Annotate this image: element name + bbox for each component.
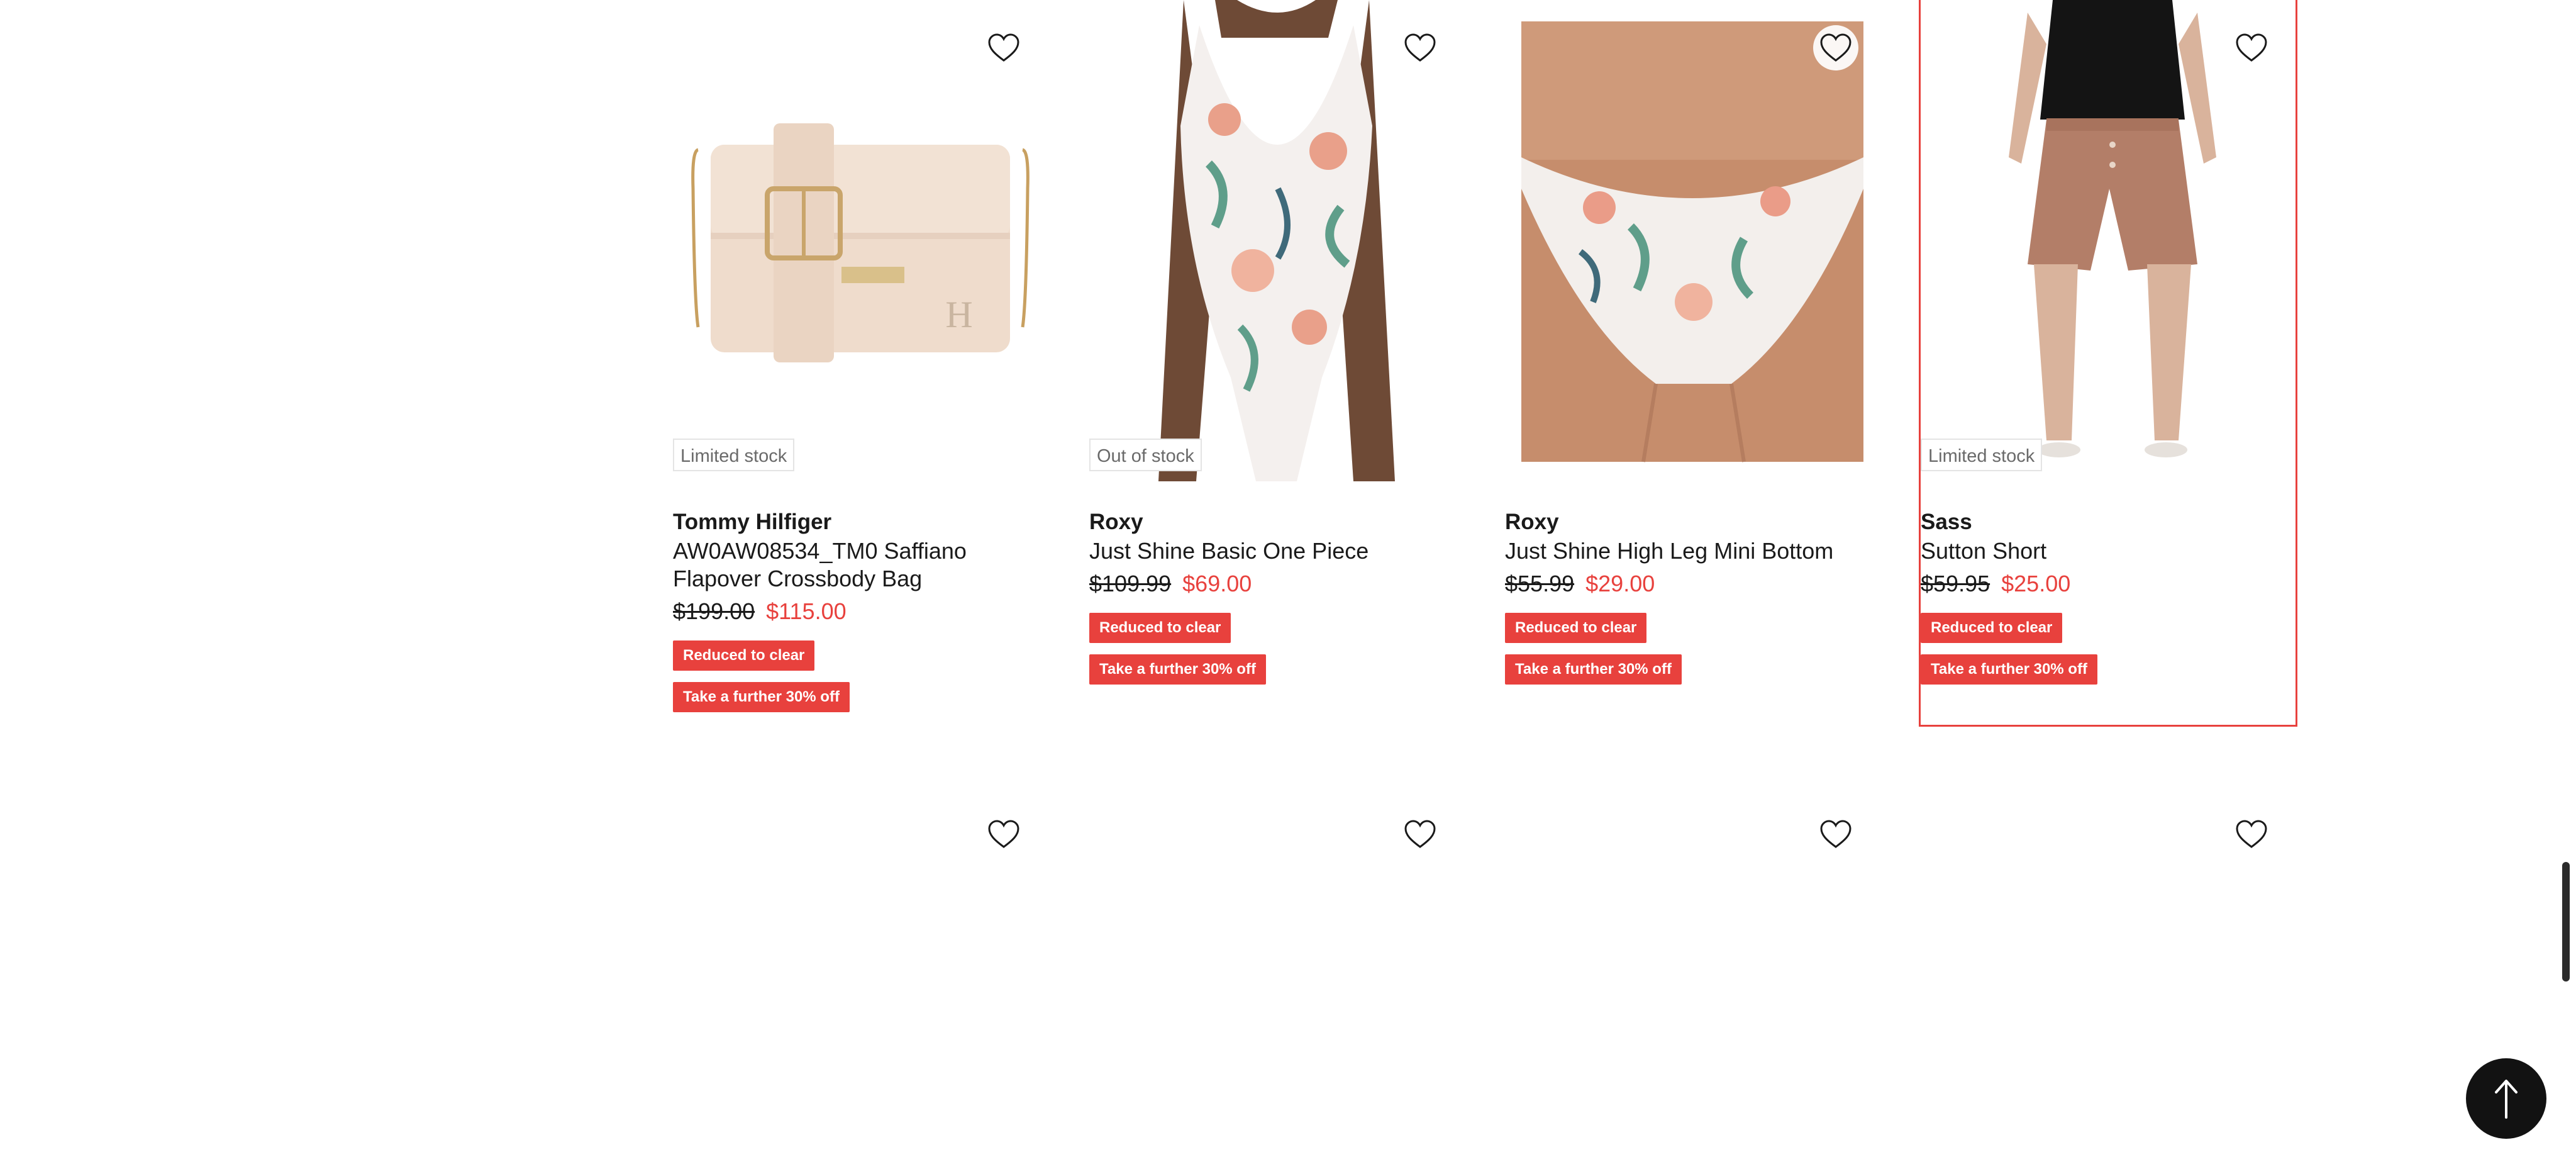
- reduced-to-clear-badge: Reduced to clear: [1089, 613, 1231, 643]
- reduced-to-clear-badge: Reduced to clear: [673, 640, 815, 671]
- scrollbar-thumb[interactable]: [2562, 862, 2570, 982]
- further-discount-badge: Take a further 30% off: [1921, 654, 2097, 685]
- svg-text:H: H: [945, 294, 972, 335]
- sale-price: $29.00: [1585, 571, 1655, 596]
- product-card[interactable]: Limited stock Sass Sutton Short $59.95 $…: [1919, 0, 2297, 727]
- reduced-to-clear-badge: Reduced to clear: [1505, 613, 1647, 643]
- arrow-up-icon: [2495, 1080, 2518, 1119]
- wishlist-heart-icon[interactable]: [1813, 812, 1858, 857]
- stock-status-badge: Limited stock: [673, 439, 795, 471]
- original-price: $59.95: [1921, 571, 1990, 596]
- wishlist-heart-icon[interactable]: [1397, 25, 1443, 70]
- product-card[interactable]: [673, 786, 1048, 1164]
- sale-price: $25.00: [2001, 571, 2071, 596]
- product-info: Roxy Just Shine High Leg Mini Bottom $55…: [1505, 508, 1880, 685]
- crossbody-bag-illustration: H: [691, 123, 1030, 362]
- wishlist-heart-icon[interactable]: [2229, 25, 2274, 70]
- reduced-to-clear-badge: Reduced to clear: [1921, 613, 2063, 643]
- product-prices: $199.00 $115.00: [673, 596, 1048, 627]
- wishlist-heart-icon[interactable]: [2229, 812, 2274, 857]
- product-brand[interactable]: Roxy: [1089, 508, 1464, 536]
- product-image[interactable]: [1921, 0, 2296, 481]
- original-price: $109.99: [1089, 571, 1172, 596]
- product-info: Tommy Hilfiger AW0AW08534_TM0 Saffiano F…: [673, 508, 1048, 712]
- product-name[interactable]: AW0AW08534_TM0 Saffiano Flapover Crossbo…: [673, 537, 1048, 593]
- product-card[interactable]: Out of stock Roxy Just Shine Basic One P…: [1089, 0, 1464, 725]
- product-name[interactable]: Just Shine Basic One Piece: [1089, 537, 1464, 565]
- product-info: Roxy Just Shine Basic One Piece $109.99 …: [1089, 508, 1464, 685]
- product-prices: $109.99 $69.00: [1089, 569, 1464, 599]
- back-to-top-button[interactable]: [2466, 1058, 2546, 1139]
- product-card[interactable]: Roxy Just Shine High Leg Mini Bottom $55…: [1505, 0, 1880, 725]
- wishlist-heart-icon[interactable]: [981, 25, 1026, 70]
- further-discount-badge: Take a further 30% off: [1089, 654, 1266, 685]
- product-name[interactable]: Just Shine High Leg Mini Bottom: [1505, 537, 1880, 565]
- product-card[interactable]: [1921, 786, 2296, 1164]
- stock-status-badge: Out of stock: [1089, 439, 1202, 471]
- wishlist-heart-icon[interactable]: [1397, 812, 1443, 857]
- original-price: $199.00: [673, 598, 755, 624]
- product-card[interactable]: [1089, 786, 1464, 1164]
- one-piece-swimsuit-illustration: [1158, 0, 1395, 481]
- product-info: Sass Sutton Short $59.95 $25.00 Reduced …: [1921, 508, 2296, 685]
- sutton-short-illustration: [2009, 0, 2216, 457]
- stock-status-badge: Limited stock: [1921, 439, 2043, 471]
- product-card[interactable]: H Limited stock Tommy Hilfiger AW0AW0853…: [673, 0, 1048, 725]
- product-name[interactable]: Sutton Short: [1921, 537, 2296, 565]
- product-image[interactable]: [1089, 0, 1464, 481]
- product-brand[interactable]: Roxy: [1505, 508, 1880, 536]
- product-prices: $59.95 $25.00: [1921, 569, 2296, 599]
- product-prices: $55.99 $29.00: [1505, 569, 1880, 599]
- product-brand[interactable]: Tommy Hilfiger: [673, 508, 1048, 536]
- product-grid: H Limited stock Tommy Hilfiger AW0AW0853…: [673, 0, 2303, 1169]
- bikini-bottom-illustration: [1521, 21, 1863, 462]
- sale-price: $115.00: [766, 598, 847, 624]
- sale-price: $69.00: [1182, 571, 1252, 596]
- product-brand[interactable]: Sass: [1921, 508, 2296, 536]
- product-image[interactable]: H: [673, 0, 1048, 481]
- further-discount-badge: Take a further 30% off: [1505, 654, 1682, 685]
- further-discount-badge: Take a further 30% off: [673, 682, 850, 712]
- product-card[interactable]: [1505, 786, 1880, 1164]
- original-price: $55.99: [1505, 571, 1575, 596]
- product-image[interactable]: [1505, 0, 1880, 481]
- wishlist-heart-icon[interactable]: [1813, 25, 1858, 70]
- wishlist-heart-icon[interactable]: [981, 812, 1026, 857]
